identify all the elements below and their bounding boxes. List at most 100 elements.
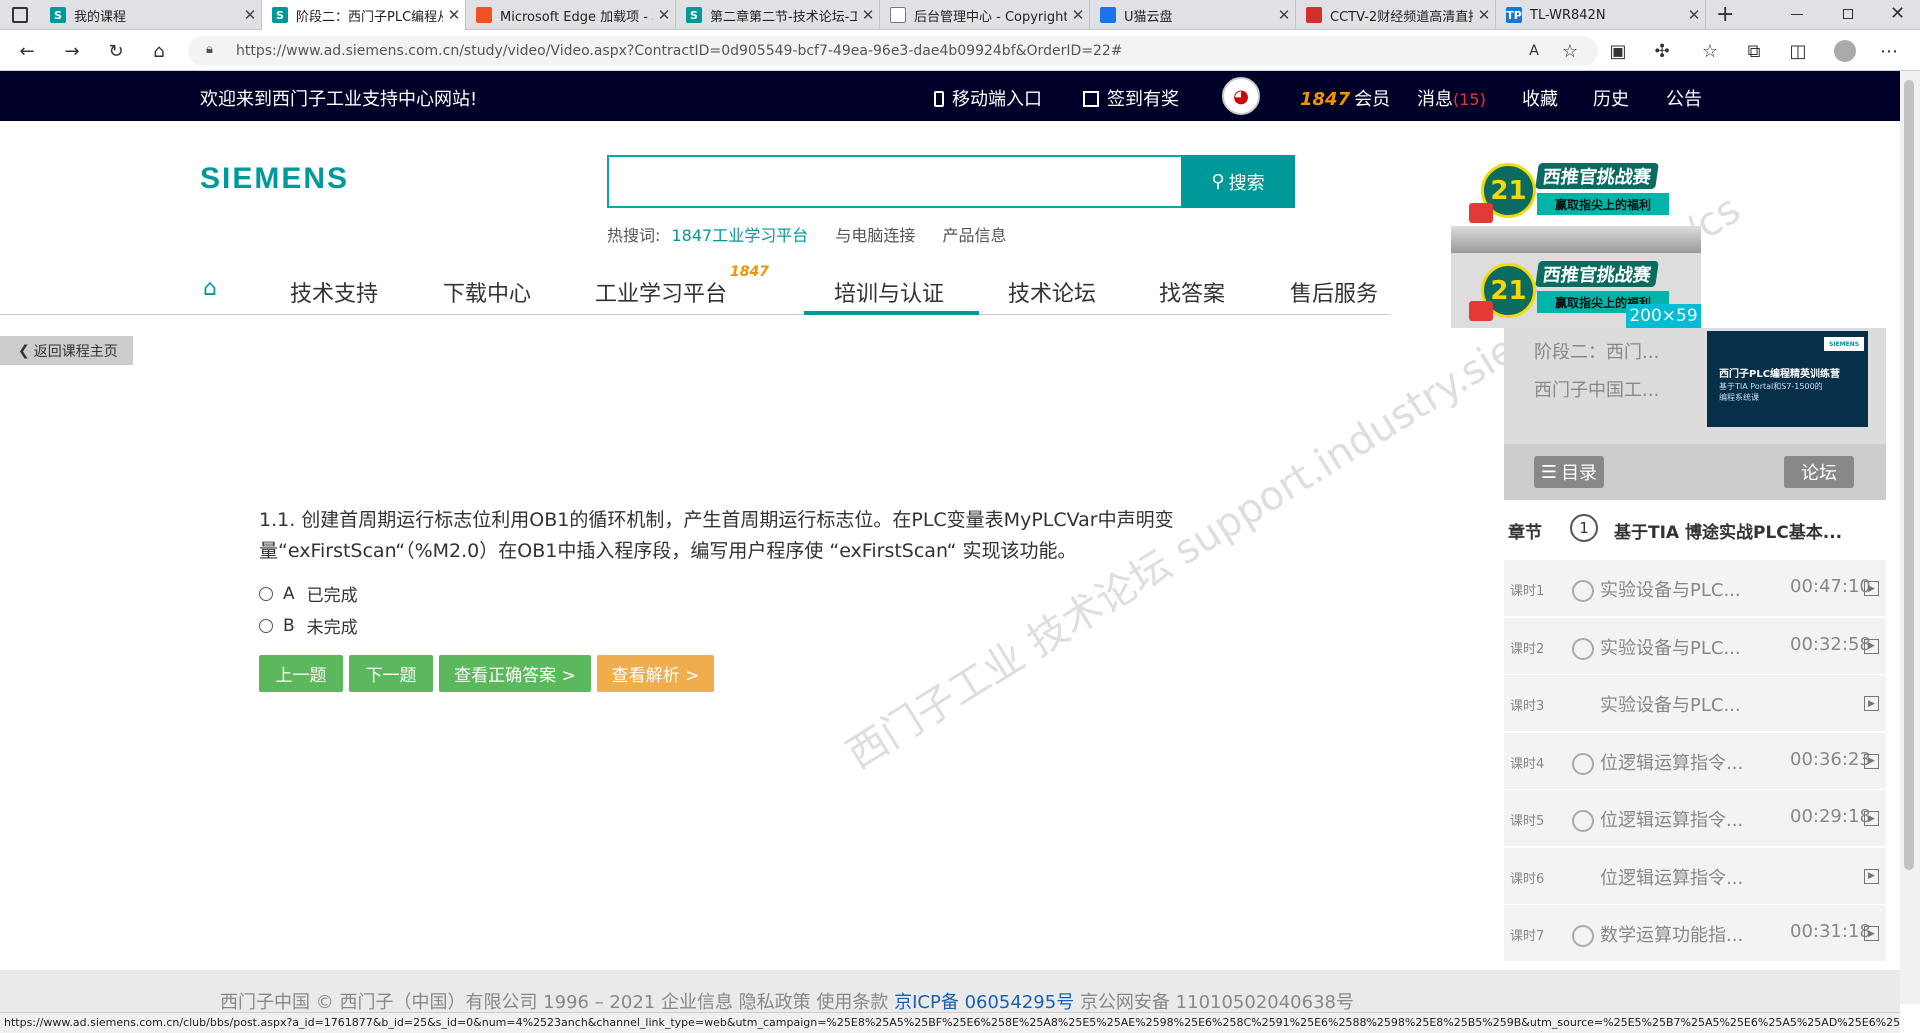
close-tab-icon[interactable]: ✕ (1273, 6, 1295, 24)
challenge-ad-placeholder[interactable]: 21 西推官挑战赛 赢取指尖上的福利 200×59 (1451, 253, 1701, 328)
nav-item-after-sales[interactable]: 售后服务 (1290, 276, 1378, 308)
play-icon[interactable]: ▶ (1864, 868, 1879, 884)
more-menu-icon[interactable]: ⋯ (1877, 39, 1901, 63)
challenge-ad-banner[interactable]: 21 西推官挑战赛 赢取指尖上的福利 (1451, 153, 1701, 253)
minimize-icon[interactable] (1791, 14, 1803, 15)
favorite-star-icon[interactable]: ☆ (1558, 39, 1582, 63)
close-tab-icon[interactable]: ✕ (1473, 6, 1495, 24)
restore-icon[interactable] (1843, 9, 1853, 19)
message-count: (15) (1453, 90, 1486, 109)
browser-tab[interactable]: S 第二章第二节-技术论坛-工 ✕ (676, 0, 880, 30)
read-aloud-icon[interactable]: A (1522, 39, 1546, 63)
close-tab-icon[interactable]: ✕ (1683, 6, 1705, 24)
close-window-icon[interactable]: ✕ (1890, 3, 1905, 24)
notice-link[interactable]: 公告 (1666, 85, 1702, 111)
mobile-entry-link[interactable]: 移动端入口 (934, 85, 1042, 111)
hot-word-link[interactable]: 1847工业学习平台 (672, 226, 809, 245)
show-analysis-button[interactable]: 查看解析 > (597, 655, 714, 692)
lesson-item[interactable]: 课时2 实验设备与PLC... 00:32:58 ▶ (1504, 617, 1886, 675)
play-icon[interactable]: ▶ (1864, 696, 1879, 711)
course-thumbnail[interactable]: SIEMENS 西门子PLC编程精英训练营 基于TIA Portal和S7-15… (1707, 331, 1868, 427)
lesson-item[interactable]: 课时5 位逻辑运算指令... 00:29:18 ▶ (1504, 790, 1886, 847)
hot-search-label: 热搜词: (607, 226, 661, 245)
tab-actions-icon[interactable] (12, 7, 28, 23)
browser-toolbar: ← → ↻ ⌂ 🔒︎ https://www.ad.siemens.com.cn… (0, 31, 1920, 71)
user-avatar[interactable]: ◕ (1222, 77, 1260, 115)
browser-tab[interactable]: TP TL-WR842N ✕ (1496, 0, 1706, 30)
radio-button[interactable] (259, 586, 273, 601)
lesson-item[interactable]: 课时7 数学运算功能指... 00:31:18 ▶ (1504, 905, 1886, 962)
home-nav-icon[interactable]: ⌂ (203, 276, 217, 301)
browser-tab[interactable]: 后台管理中心 - Copyright ✕ (880, 0, 1090, 30)
new-tab-button[interactable]: + (1716, 2, 1734, 27)
tab-title: Microsoft Edge 加载项 - 菲 (500, 9, 653, 25)
home-icon[interactable]: ⌂ (147, 39, 171, 63)
collections-icon[interactable]: ▣ (1606, 39, 1630, 63)
lesson-item[interactable]: 课时3 实验设备与PLC... ▶ (1504, 675, 1886, 732)
back-to-course-button[interactable]: ❮ 返回课程主页 (0, 336, 133, 365)
member-link[interactable]: 1847 会员 (1300, 85, 1390, 111)
prev-question-button[interactable]: 上一题 (259, 655, 343, 692)
calendar-icon (1083, 91, 1099, 107)
play-icon[interactable]: ▶ (1864, 753, 1879, 769)
catalog-button[interactable]: ☰ 目录 (1534, 456, 1604, 488)
nav-item-find-answers[interactable]: 找答案 (1159, 276, 1225, 308)
play-icon[interactable]: ▶ (1864, 638, 1879, 654)
chapter-header[interactable]: 章节 1 基于TIA 博途实战PLC基本... (1504, 500, 1886, 560)
lesson-item[interactable]: 课时6 位逻辑运算指令... ▶ (1504, 847, 1886, 905)
close-tab-icon[interactable]: ✕ (857, 6, 879, 24)
browser-tab[interactable]: S 阶段二：西门子PLC编程从 ✕ (262, 0, 466, 30)
close-tab-icon[interactable]: ✕ (1067, 6, 1089, 24)
search-button[interactable]: ⚲ 搜索 (1181, 155, 1295, 208)
cctv-icon (1306, 7, 1322, 23)
play-icon[interactable]: ▶ (1864, 811, 1879, 826)
close-tab-icon[interactable]: ✕ (653, 6, 675, 24)
browser-tab[interactable]: S 我的课程 ✕ (40, 0, 262, 30)
nav-item-forum[interactable]: 技术论坛 (1008, 276, 1096, 308)
gift-box-icon (1469, 203, 1493, 223)
favorites-icon[interactable]: ☆ (1698, 39, 1722, 63)
screenshot-icon[interactable]: ◫ (1786, 39, 1810, 63)
history-link[interactable]: 历史 (1593, 85, 1629, 111)
next-question-button[interactable]: 下一题 (349, 655, 433, 692)
back-arrow-icon[interactable]: ← (15, 39, 39, 63)
scrollbar-thumb[interactable] (1904, 80, 1914, 870)
lesson-item[interactable]: 课时4 位逻辑运算指令... 00:36:23 ▶ (1504, 732, 1886, 790)
browser-tab[interactable]: CCTV-2财经频道高清直播 ✕ (1296, 0, 1496, 30)
favorites-link[interactable]: 收藏 (1522, 85, 1558, 111)
nav-item-download[interactable]: 下载中心 (443, 276, 531, 308)
refresh-icon[interactable]: ↻ (104, 39, 128, 63)
lesson-item[interactable]: 课时1 实验设备与PLC... 00:47:10 ▶ (1504, 560, 1886, 617)
nav-item-training[interactable]: 培训与认证 (834, 276, 944, 308)
close-tab-icon[interactable]: ✕ (443, 6, 465, 24)
forward-arrow-icon[interactable]: → (60, 39, 84, 63)
messages-link[interactable]: 消息(15) (1417, 85, 1486, 111)
close-tab-icon[interactable]: ✕ (239, 6, 261, 24)
option-a[interactable]: A 已完成 (259, 581, 358, 606)
forum-button[interactable]: 论坛 (1784, 456, 1854, 488)
tab-title: 后台管理中心 - Copyright (914, 9, 1067, 25)
hot-word-link[interactable]: 产品信息 (942, 226, 1006, 245)
show-answer-button[interactable]: 查看正确答案 > (439, 655, 591, 692)
option-b[interactable]: B 未完成 (259, 613, 358, 638)
nav-item-tech-support[interactable]: 技术支持 (290, 276, 378, 308)
hot-word-link[interactable]: 与电脑连接 (835, 226, 915, 245)
lesson-duration: 00:31:18 (1790, 921, 1871, 942)
play-icon[interactable]: ▶ (1864, 926, 1879, 941)
address-bar[interactable]: 🔒︎ https://www.ad.siemens.com.cn/study/v… (188, 36, 1598, 66)
tab-group-icon[interactable]: ⧉ (1742, 39, 1766, 63)
play-icon[interactable]: ▶ (1864, 581, 1879, 596)
signin-link[interactable]: 签到有奖 (1083, 85, 1179, 111)
nav-item-learning-platform[interactable]: 工业学习平台 (595, 276, 727, 308)
siemens-logo[interactable]: SIEMENS (200, 162, 349, 196)
browser-tab[interactable]: Microsoft Edge 加载项 - 菲 ✕ (466, 0, 676, 30)
browser-tab[interactable]: U猫云盘 ✕ (1090, 0, 1296, 30)
profile-avatar-icon[interactable] (1833, 39, 1857, 63)
extensions-icon[interactable]: ✣ (1650, 39, 1674, 63)
lesson-name: 位逻辑运算指令... (1600, 752, 1744, 774)
lock-icon: 🔒︎ (206, 42, 213, 57)
icp-link[interactable]: 京ICP备 06054295号 (894, 992, 1074, 1013)
progress-circle-icon (1572, 580, 1594, 602)
ad-title: 西推官挑战赛 (1535, 261, 1659, 287)
radio-button[interactable] (259, 618, 273, 633)
